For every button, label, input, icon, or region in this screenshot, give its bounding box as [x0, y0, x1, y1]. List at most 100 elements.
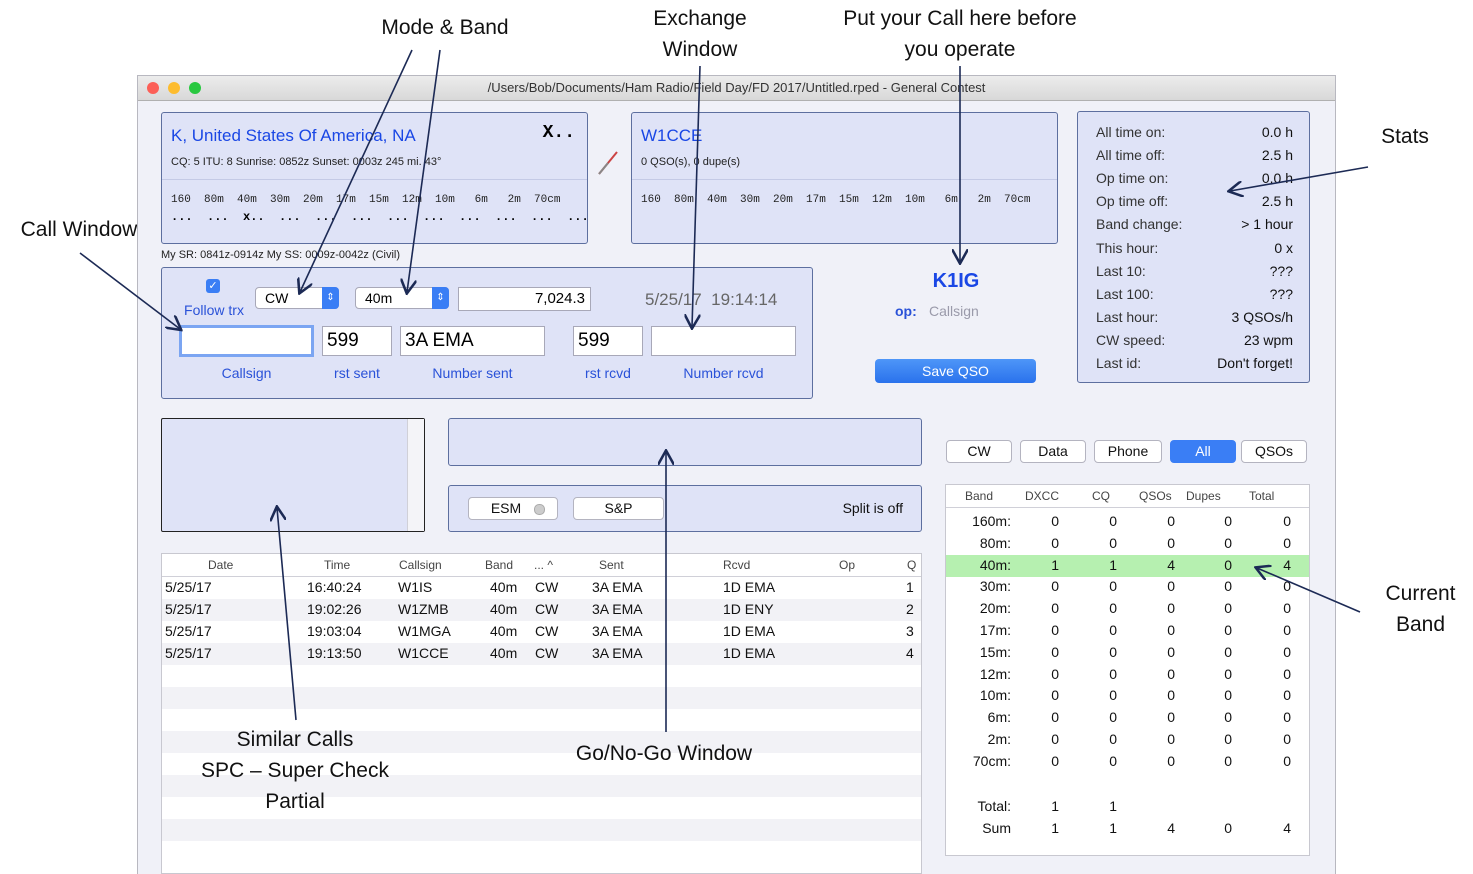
log-column-header[interactable]: Sent [599, 558, 624, 572]
band-cell: 0 [1167, 600, 1175, 617]
station-callsign[interactable]: K1IG [906, 270, 1006, 293]
esm-button[interactable]: ESM [468, 497, 558, 520]
frequency-field[interactable]: 7,024.3 [458, 287, 591, 311]
number-sent-label: Number sent [432, 365, 513, 381]
super-check-partial-list[interactable] [161, 418, 425, 532]
band-column-header[interactable]: Dupes [1186, 489, 1221, 503]
qso-log-table: Date Time Callsign Band ... ^ Sent Rcvd Op Q 5/2… [161, 553, 922, 874]
table-row[interactable] [162, 687, 921, 709]
follow-trx-checkbox[interactable]: ✓ [206, 279, 220, 293]
band-row: 40m: 1 1 4 0 4 [946, 554, 1309, 577]
mode-select[interactable]: CW ⇕ [255, 287, 339, 309]
band-cell: Total: [977, 798, 1011, 814]
stat-label: CW speed: [1096, 331, 1166, 348]
band-column-header[interactable]: Band [965, 489, 993, 503]
callsign-label: Callsign [221, 365, 272, 381]
band-cell: 0 [1224, 752, 1232, 769]
band-summary-table: Band DXCC CQ QSOs Dupes Total 160m: 0 0 0 0 0 80m: 0… [945, 484, 1310, 856]
table-row[interactable]: 5/25/17 19:13:50 W1CCE 40m CW 3A EMA 1D EMA 4 [162, 643, 921, 665]
scrollbar[interactable] [407, 419, 424, 531]
band-column-header[interactable]: CQ [1092, 489, 1110, 503]
mode-value: CW [265, 290, 289, 306]
log-column-header[interactable]: ... ^ [534, 558, 553, 572]
band-cell: 0 [1224, 513, 1232, 529]
filter-data-button[interactable]: Data [1020, 440, 1086, 463]
save-qso-button[interactable]: Save QSO [875, 359, 1036, 383]
table-row[interactable] [162, 819, 921, 841]
band-cell: 0 [1109, 752, 1117, 769]
table-row[interactable]: 5/25/17 19:03:04 W1MGA 40m CW 3A EMA 1D EMA 3 [162, 621, 921, 643]
operator-field[interactable]: Callsign [929, 303, 979, 319]
band-select[interactable]: 40m ⇕ [355, 287, 449, 309]
filter-qsos-button[interactable]: QSOs [1241, 440, 1307, 463]
divider [162, 179, 587, 180]
stat-value: 0.0 h [1261, 170, 1293, 187]
log-column-header[interactable]: Callsign [399, 558, 442, 572]
band-column-header[interactable]: DXCC [1025, 489, 1059, 503]
band-cell: 0 [1283, 622, 1291, 638]
table-cell: 2 [906, 601, 914, 617]
band-cell: 0 [1051, 600, 1059, 617]
table-cell: 5/25/17 [165, 645, 212, 661]
band-summary-header: Band DXCC CQ QSOs Dupes Total [946, 485, 1309, 508]
band-row: 12m: 0 0 0 0 0 [946, 664, 1309, 686]
table-row[interactable] [162, 841, 921, 863]
annotation-similar-calls: Similar Calls SPC – Super Check Partial [185, 724, 405, 817]
filter-bar: CW Data Phone All QSOs [946, 440, 1310, 464]
stat-label: All time off: [1096, 147, 1165, 164]
table-cell: W1CCE [398, 645, 449, 661]
stat-label: Op time off: [1096, 193, 1169, 210]
annotation-exchange: Exchange Window [620, 3, 780, 65]
band-cell: 80m: [979, 534, 1011, 551]
filter-phone-button[interactable]: Phone [1094, 440, 1162, 463]
annotation-current-band-line1: Current [1385, 582, 1456, 605]
chevron-updown-icon: ⇕ [432, 287, 449, 309]
divider [632, 179, 1057, 180]
band-row: 2m: 0 0 0 0 0 [946, 729, 1309, 751]
table-cell: 3 [906, 623, 914, 639]
number-rcvd-input[interactable] [651, 326, 796, 356]
log-column-header[interactable]: Date [208, 558, 233, 572]
band-column-header[interactable]: QSOs [1139, 489, 1172, 503]
table-cell: 3A EMA [592, 645, 643, 661]
stat-value: Don't forget! [1217, 355, 1293, 371]
table-cell: 19:02:26 [307, 601, 362, 617]
table-row[interactable]: 5/25/17 16:40:24 W1IS 40m CW 3A EMA 1D EMA 1 [162, 577, 921, 599]
callsign-input[interactable] [179, 325, 314, 357]
rst-sent-input[interactable]: 599 [322, 326, 392, 356]
band-cell: 0 [1167, 709, 1175, 726]
filter-all-button[interactable]: All [1170, 440, 1236, 463]
table-cell: 40m [490, 601, 518, 617]
table-cell: 1D EMA [723, 579, 776, 595]
table-row[interactable] [162, 665, 921, 687]
stat-value: ??? [1269, 285, 1293, 302]
log-column-header[interactable]: Band [485, 558, 513, 572]
log-column-header[interactable]: Op [839, 558, 855, 572]
table-row[interactable]: 5/25/17 19:02:26 W1ZMB 40m CW 3A EMA 1D ENY 2 [162, 599, 921, 621]
band-row: 160m: 0 0 0 0 0 [946, 511, 1309, 533]
band-cell: 0 [1051, 752, 1059, 769]
log-column-header[interactable]: Time [324, 558, 350, 572]
band-cell: 0 [1283, 752, 1291, 769]
annotation-stats: Stats [1381, 125, 1429, 148]
stat-row: Last 100:??? [1096, 286, 1293, 309]
band-row: 15m: 0 0 0 0 0 [946, 642, 1309, 664]
band-row: 20m: 0 0 0 0 0 [946, 598, 1309, 620]
country-band-labels: 160 80m 40m 30m 20m 17m 15m 12m 10m 6m 2… [171, 194, 561, 206]
band-cell: 0 [1167, 622, 1175, 638]
annotation-put-call-line2: you operate [904, 38, 1016, 61]
log-column-header[interactable]: Q [907, 558, 916, 572]
call-history-band-labels: 160 80m 40m 30m 20m 17m 15m 12m 10m 6m 2… [641, 194, 1031, 206]
number-sent-input[interactable]: 3A EMA [400, 326, 545, 356]
follow-trx-label: Follow trx [184, 302, 244, 318]
annotation-current-band: Current Band [1368, 578, 1473, 640]
qso-log-header: Date Time Callsign Band ... ^ Sent Rcvd Op Q [162, 554, 921, 577]
filter-cw-button[interactable]: CW [946, 440, 1012, 463]
search-and-pounce-button[interactable]: S&P [573, 497, 664, 520]
band-column-header[interactable]: Total [1249, 489, 1274, 503]
band-cell: 0 [1109, 513, 1117, 529]
rst-rcvd-input[interactable]: 599 [573, 326, 643, 356]
table-cell: 3A EMA [592, 601, 643, 617]
log-column-header[interactable]: Rcvd [723, 558, 750, 572]
table-cell: 1D ENY [723, 601, 774, 617]
